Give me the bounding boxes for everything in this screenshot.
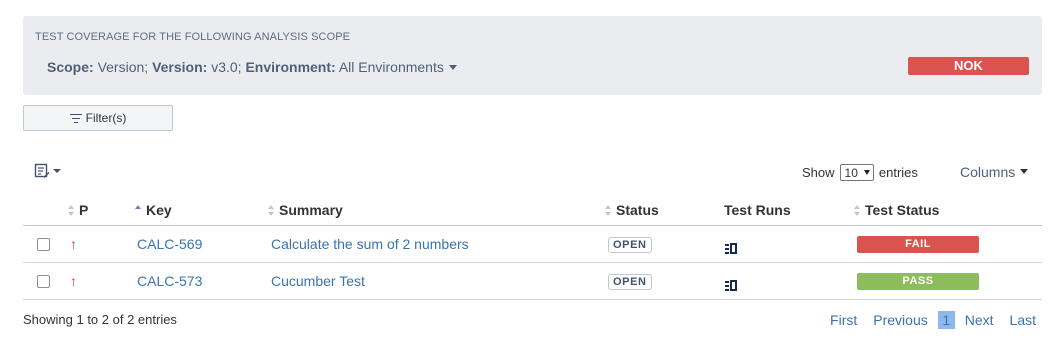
column-header-priority[interactable]: P <box>68 196 131 226</box>
scope-heading: TEST COVERAGE FOR THE FOLLOWING ANALYSIS… <box>35 31 351 43</box>
analysis-scope-panel: TEST COVERAGE FOR THE FOLLOWING ANALYSIS… <box>23 16 1042 95</box>
columns-button[interactable]: Columns <box>960 164 1029 180</box>
test-status-header-label: Test Status <box>865 202 940 219</box>
column-header-test-runs: Test Runs <box>722 196 852 226</box>
row-checkbox[interactable] <box>37 275 50 289</box>
sort-icon <box>605 205 612 217</box>
test-status-badge: FAIL <box>857 236 979 253</box>
status-badge: OPEN <box>608 236 652 253</box>
scope-details: Scope: Version; Version: v3.0; Environme… <box>47 59 457 75</box>
issue-key-link[interactable]: CALC-569 <box>137 236 202 252</box>
coverage-result-badge: NOK <box>908 57 1029 75</box>
document-actions-menu[interactable] <box>34 162 61 180</box>
status-header-label: Status <box>616 202 659 219</box>
entries-info: Showing 1 to 2 of 2 entries <box>23 312 177 327</box>
scope-value: Version; <box>97 59 149 75</box>
test-status-badge: PASS <box>857 273 979 290</box>
version-label: Version: <box>152 59 208 75</box>
dropdown-arrow-icon <box>863 170 870 175</box>
test-runs-icon[interactable] <box>725 280 737 292</box>
column-header-key[interactable]: Key <box>131 196 266 226</box>
environment-label: Environment: <box>245 59 336 75</box>
sort-icon <box>854 205 861 217</box>
table-header-row: P Key Summary Status Test Runs Test Stat… <box>23 196 1042 226</box>
key-header-label: Key <box>146 202 172 219</box>
show-label: Show <box>802 165 835 180</box>
environment-dropdown[interactable]: All Environments <box>339 59 457 75</box>
sort-ascending-icon <box>135 205 142 216</box>
chevron-down-icon <box>448 64 457 70</box>
entries-value: 10 <box>844 165 858 180</box>
row-checkbox[interactable] <box>37 238 50 252</box>
sort-icon <box>268 205 275 217</box>
table-row: ↑ CALC-569 Calculate the sum of 2 number… <box>23 225 1042 263</box>
priority-header-label: P <box>79 202 89 219</box>
entries-label: entries <box>878 165 918 180</box>
columns-label: Columns <box>960 164 1016 180</box>
sort-icon <box>68 205 75 217</box>
scope-label: Scope: <box>47 59 94 75</box>
priority-high-icon: ↑ <box>70 235 77 252</box>
column-header-summary[interactable]: Summary <box>266 196 603 226</box>
column-header-status[interactable]: Status <box>603 196 722 226</box>
status-badge: OPEN <box>608 273 652 290</box>
page-length-control: Show 10 entries <box>802 164 918 181</box>
issue-summary-link[interactable]: Cucumber Test <box>271 273 365 289</box>
select-column-header <box>23 196 68 226</box>
document-edit-icon <box>34 163 50 178</box>
filter-icon <box>69 113 82 123</box>
summary-header-label: Summary <box>279 202 343 219</box>
chevron-down-icon <box>53 169 61 173</box>
entries-select[interactable]: 10 <box>839 164 874 181</box>
coverage-table: P Key Summary Status Test Runs Test Stat… <box>23 196 1042 300</box>
issue-summary-link[interactable]: Calculate the sum of 2 numbers <box>271 236 469 252</box>
test-runs-icon[interactable] <box>725 243 737 255</box>
table-row: ↑ CALC-573 Cucumber Test OPEN PASS <box>23 262 1042 300</box>
test-runs-header-label: Test Runs <box>724 202 791 219</box>
pagination-current-page[interactable]: 1 <box>937 311 955 329</box>
priority-high-icon: ↑ <box>70 272 77 289</box>
issue-key-link[interactable]: CALC-573 <box>137 273 202 289</box>
filters-label: Filter(s) <box>85 111 127 125</box>
pagination-first[interactable]: First <box>830 312 857 328</box>
pagination: First Previous 1 Next Last <box>830 311 1036 329</box>
pagination-next[interactable]: Next <box>965 312 994 328</box>
pagination-last[interactable]: Last <box>1010 312 1036 328</box>
pagination-previous[interactable]: Previous <box>873 312 927 328</box>
filters-button[interactable]: Filter(s) <box>23 105 173 131</box>
version-value: v3.0; <box>211 59 242 75</box>
environment-value: All Environments <box>338 59 444 75</box>
column-header-test-status[interactable]: Test Status <box>852 196 1042 226</box>
chevron-down-icon <box>1020 168 1029 174</box>
